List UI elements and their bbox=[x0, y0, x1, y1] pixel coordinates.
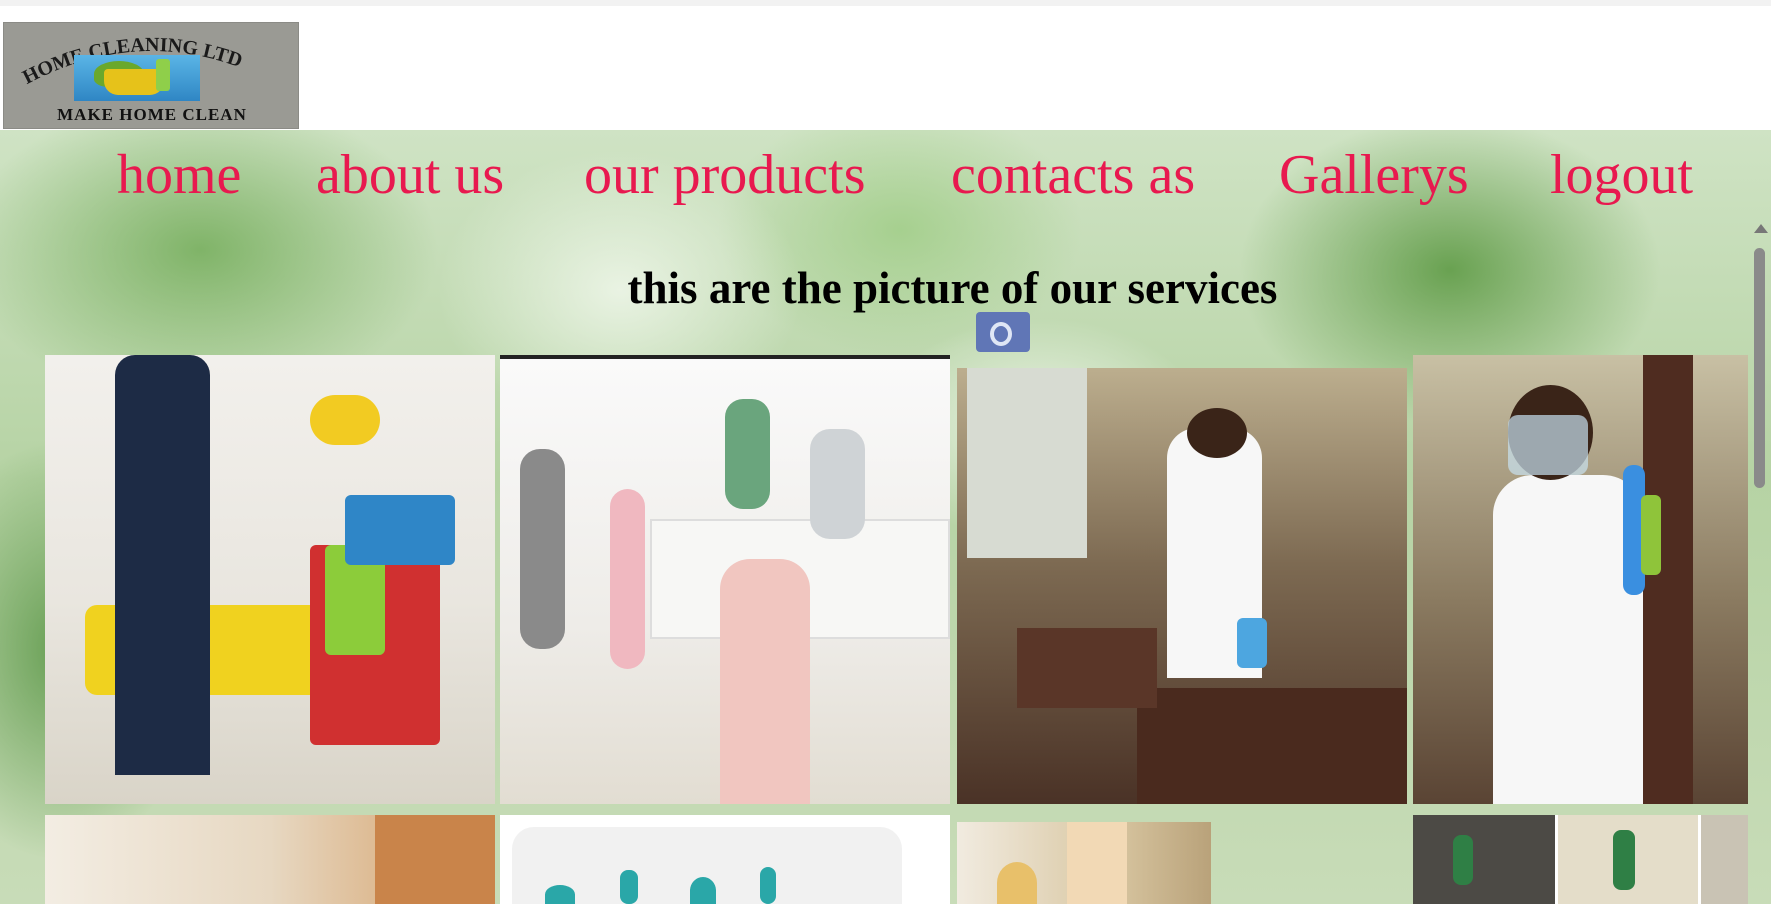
gallery-photo-5[interactable] bbox=[45, 815, 495, 904]
nav-home[interactable]: home bbox=[117, 142, 241, 209]
nav-logout[interactable]: logout bbox=[1550, 142, 1693, 209]
camera-shutter-icon bbox=[976, 312, 1030, 352]
company-logo[interactable]: HOME CLEANING LTD MAKE HOME CLEAN bbox=[3, 22, 299, 129]
nav-our-products[interactable]: our products bbox=[584, 142, 866, 209]
main-navigation: home about us our products contacts as G… bbox=[0, 130, 1771, 230]
gallery-photo-2[interactable] bbox=[500, 355, 950, 804]
gallery-photo-7[interactable] bbox=[957, 822, 1211, 904]
logo-tagline: MAKE HOME CLEAN bbox=[57, 105, 247, 124]
scrollbar-thumb[interactable] bbox=[1754, 248, 1765, 488]
page-scrollbar[interactable] bbox=[1748, 218, 1771, 904]
nav-about-us[interactable]: about us bbox=[316, 142, 504, 209]
site-header: HOME CLEANING LTD MAKE HOME CLEAN bbox=[0, 6, 1771, 130]
gallery-photo-6[interactable] bbox=[500, 815, 950, 904]
gallery-photo-4[interactable] bbox=[1413, 355, 1748, 804]
nav-contacts[interactable]: contacts as bbox=[951, 142, 1195, 209]
scroll-up-arrow-icon[interactable] bbox=[1754, 224, 1768, 233]
logo-cleaning-supplies-image bbox=[74, 55, 200, 101]
gallery-photo-8[interactable] bbox=[1413, 815, 1748, 904]
gallery-photo-3[interactable] bbox=[957, 368, 1407, 804]
gallery-photo-1[interactable] bbox=[45, 355, 495, 804]
nav-gallery[interactable]: Gallerys bbox=[1279, 142, 1469, 209]
